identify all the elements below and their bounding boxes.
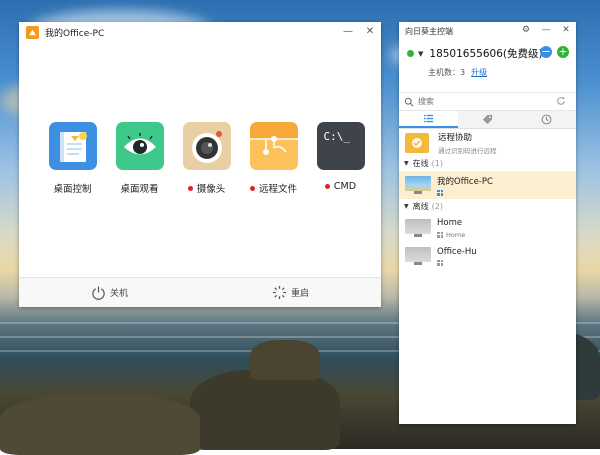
tile-remote-files[interactable]: 远程文件 (240, 122, 307, 195)
group-count: (2) (431, 202, 443, 211)
windows-logo-icon (437, 259, 443, 266)
warning-dot-icon (249, 185, 255, 191)
account-selector[interactable]: ▼ 18501655606(免费级) (407, 46, 543, 61)
group-offline[interactable]: ▼ 离线 (2) (399, 199, 576, 214)
monitor-offline-icon (405, 219, 431, 237)
remote-assist-title: 远程协助 (438, 132, 473, 143)
shutdown-label: 关机 (109, 289, 128, 299)
tile-label: CMD (333, 181, 357, 192)
tab-device-list[interactable] (399, 111, 458, 128)
caret-down-icon: ▼ (404, 203, 409, 210)
device-name: 我的Office-PC (437, 176, 493, 187)
host-count: 主机数：3 (428, 68, 466, 77)
remote-assist-item[interactable]: 远程协助 通过识别码进行远程 (399, 129, 576, 156)
panel-tabs (399, 111, 576, 129)
tab-history[interactable] (517, 111, 576, 128)
account-name: 18501655606(免费级) (429, 48, 543, 60)
device-name: Office-Hu (437, 246, 477, 257)
desktop-control-icon (48, 122, 97, 170)
loading-spinner-icon (272, 285, 287, 300)
panel-header: 向日葵主控端 ⚙ — ✕ ▼ 18501655606(免费级) − + 主机数：… (399, 22, 576, 93)
terminal-glyph: C:\_ (323, 130, 351, 143)
group-label: 离线 (412, 202, 429, 211)
device-subtitle: Home (446, 230, 466, 239)
tag-icon (482, 114, 493, 125)
device-name: Home (437, 217, 463, 228)
eye-icon (115, 122, 164, 170)
windows-logo-icon (437, 231, 443, 238)
restart-button[interactable]: 重启 (200, 278, 381, 307)
terminal-icon: C:\_ (316, 122, 365, 170)
group-online[interactable]: ▼ 在线 (1) (399, 156, 576, 171)
device-row[interactable]: Home Home (399, 214, 576, 242)
group-count: (1) (431, 159, 443, 168)
search-bar (399, 93, 576, 111)
group-label: 在线 (412, 159, 429, 168)
tile-label: 远程文件 (258, 184, 297, 195)
remote-host-window: 我的Office-PC — ✕ 桌面控制 桌面观看 摄像头 远程文件 C:\_ … (19, 22, 381, 307)
camera-icon (182, 122, 231, 170)
tile-label: 桌面观看 (120, 184, 159, 195)
refresh-icon[interactable] (556, 96, 566, 106)
caret-down-icon: ▼ (418, 49, 424, 58)
online-status-icon (407, 50, 414, 57)
search-input[interactable] (418, 97, 538, 106)
warning-dot-icon (324, 184, 330, 189)
close-icon[interactable]: ✕ (556, 22, 576, 37)
device-row[interactable]: Office-Hu (399, 242, 576, 270)
close-icon[interactable]: ✕ (359, 22, 381, 40)
tile-desktop-view[interactable]: 桌面观看 (106, 122, 173, 195)
power-icon (92, 286, 105, 300)
monitor-offline-icon (405, 247, 431, 265)
monitor-online-icon (405, 176, 431, 194)
folder-icon (249, 122, 298, 170)
list-icon (423, 114, 434, 123)
tab-tags[interactable] (458, 111, 517, 128)
add-circle-icon[interactable]: + (557, 46, 569, 58)
window-title: 我的Office-PC (45, 28, 105, 39)
minimize-icon[interactable]: — (337, 22, 359, 40)
remote-assist-subtitle: 通过识别码进行远程 (438, 146, 497, 155)
device-row[interactable]: 我的Office-PC (399, 171, 576, 199)
windows-logo-icon (437, 189, 443, 196)
window-titlebar[interactable]: 我的Office-PC — ✕ (19, 22, 381, 42)
host-count-line: 主机数：3 升级 (428, 67, 487, 78)
warning-dot-icon (187, 185, 193, 191)
tile-label: 摄像头 (196, 184, 226, 195)
minimize-icon[interactable]: — (536, 22, 556, 37)
search-icon (404, 97, 414, 107)
upgrade-link[interactable]: 升级 (471, 68, 487, 77)
sunlogin-logo-icon (26, 25, 39, 39)
caret-down-icon: ▼ (404, 160, 409, 167)
app-footer: 关机 重启 (19, 277, 381, 307)
minus-circle-icon[interactable]: − (540, 46, 552, 58)
settings-gear-icon[interactable]: ⚙ (516, 22, 536, 37)
tile-cmd[interactable]: C:\_ CMD (307, 122, 374, 195)
function-tiles: 桌面控制 桌面观看 摄像头 远程文件 C:\_ CMD (39, 122, 374, 195)
restart-label: 重启 (290, 289, 309, 299)
controller-panel: 向日葵主控端 ⚙ — ✕ ▼ 18501655606(免费级) − + 主机数：… (399, 22, 576, 424)
remote-assist-icon (405, 132, 429, 153)
panel-title: 向日葵主控端 (405, 27, 453, 36)
shutdown-button[interactable]: 关机 (19, 278, 200, 307)
tile-desktop-control[interactable]: 桌面控制 (39, 122, 106, 195)
tile-label: 桌面控制 (53, 184, 92, 195)
tile-camera[interactable]: 摄像头 (173, 122, 240, 195)
clock-icon (541, 114, 552, 125)
